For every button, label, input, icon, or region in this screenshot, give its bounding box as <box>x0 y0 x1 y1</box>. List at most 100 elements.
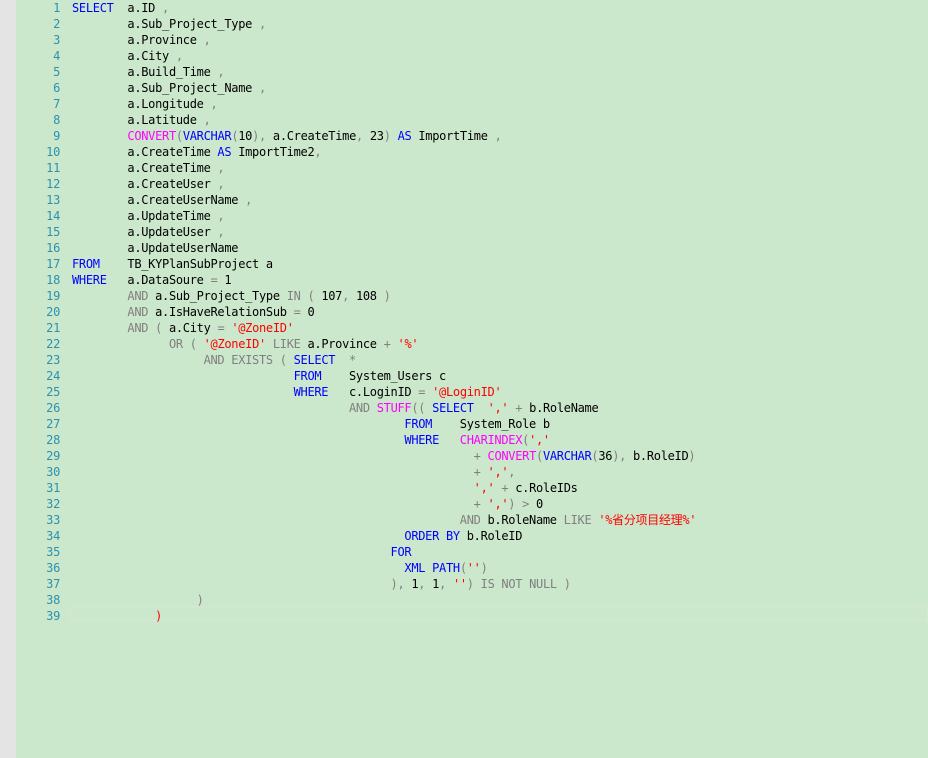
code-token: , <box>245 193 253 207</box>
code-text: a.Sub_Project_Name , <box>72 80 266 96</box>
code-line[interactable]: 31 ',' + c.RoleIDs <box>0 480 928 496</box>
code-line[interactable]: 29 + CONVERT(VARCHAR(36), b.RoleID) <box>0 448 928 464</box>
code-token: '%' <box>397 337 419 351</box>
code-line[interactable]: 2 a.Sub_Project_Type , <box>0 16 928 32</box>
code-text: AND b.RoleName LIKE '%省分项目经理%' <box>72 512 697 528</box>
code-token: a.Sub_Project_Type <box>72 17 259 31</box>
code-text: SELECT a.ID , <box>72 0 169 16</box>
code-line[interactable]: 37 ), 1, 1, '') IS NOT NULL ) <box>0 576 928 592</box>
code-token: ORDER BY <box>404 529 460 543</box>
code-token: AND <box>127 305 149 319</box>
code-line[interactable]: 25 WHERE c.LoginID = '@LoginID' <box>0 384 928 400</box>
code-line[interactable]: 39 ) <box>0 608 928 624</box>
code-token: IN ( <box>286 289 315 303</box>
code-token: ), <box>252 129 266 143</box>
code-token: AND <box>127 289 149 303</box>
code-line[interactable]: 5 a.Build_Time , <box>0 64 928 80</box>
code-line[interactable]: 27 FROM System_Role b <box>0 416 928 432</box>
code-text: ORDER BY b.RoleID <box>72 528 522 544</box>
code-text: a.CreateUserName , <box>72 192 252 208</box>
code-line[interactable]: 6 a.Sub_Project_Name , <box>0 80 928 96</box>
code-token: , <box>217 65 225 79</box>
code-line[interactable]: 7 a.Longitude , <box>0 96 928 112</box>
line-number: 25 <box>46 385 60 399</box>
code-line[interactable]: 36 XML PATH('') <box>0 560 928 576</box>
code-line[interactable]: 17 FROM TB_KYPlanSubProject a <box>0 256 928 272</box>
line-number: 5 <box>53 65 60 79</box>
code-line[interactable]: 10 a.CreateTime AS ImportTime2, <box>0 144 928 160</box>
code-token: a.UpdateUser <box>72 225 218 239</box>
code-line[interactable]: 22 OR ( '@ZoneID' LIKE a.Province + '%' <box>0 336 928 352</box>
code-token: WHERE <box>404 433 440 447</box>
code-line[interactable]: 26 AND STUFF(( SELECT ',' + b.RoleName <box>0 400 928 416</box>
code-text: + CONVERT(VARCHAR(36), b.RoleID) <box>72 448 696 464</box>
code-line[interactable]: 16 a.UpdateUserName <box>0 240 928 256</box>
code-line[interactable]: 11 a.CreateTime , <box>0 160 928 176</box>
code-line[interactable]: 4 a.City , <box>0 48 928 64</box>
code-line[interactable]: 38 ) <box>0 592 928 608</box>
line-number: 8 <box>53 113 60 127</box>
code-token: 1 <box>404 577 419 591</box>
code-token: 23 <box>362 129 384 143</box>
code-line[interactable]: 1 SELECT a.ID , <box>0 0 928 16</box>
code-token: a.Sub_Project_Type <box>148 289 287 303</box>
code-line[interactable]: 24 FROM System_Users c <box>0 368 928 384</box>
code-token: a.Build_Time <box>72 65 218 79</box>
sql-editor[interactable]: 1 SELECT a.ID ,2 a.Sub_Project_Type ,3 a.… <box>0 0 928 758</box>
code-line[interactable]: 32 + ',') > 0 <box>0 496 928 512</box>
code-line[interactable]: 12 a.CreateUser , <box>0 176 928 192</box>
code-token: a.CreateTime <box>72 161 218 175</box>
code-line[interactable]: 9 CONVERT(VARCHAR(10), a.CreateTime, 23)… <box>0 128 928 144</box>
code-line[interactable]: 18 WHERE a.DataSoure = 1 <box>0 272 928 288</box>
code-text: a.CreateUser , <box>72 176 224 192</box>
code-token: STUFF <box>376 401 412 415</box>
code-line[interactable]: 21 AND ( a.City = '@ZoneID' <box>0 320 928 336</box>
code-line[interactable]: 23 AND EXISTS ( SELECT * <box>0 352 928 368</box>
code-token: + <box>473 449 481 463</box>
code-token: * <box>349 353 356 367</box>
code-line[interactable]: 8 a.Latitude , <box>0 112 928 128</box>
code-text: FOR <box>72 544 412 560</box>
code-token: LIKE <box>272 337 301 351</box>
code-token: a.UpdateTime <box>72 209 218 223</box>
code-area[interactable]: 1 SELECT a.ID ,2 a.Sub_Project_Type ,3 a.… <box>0 0 928 624</box>
code-line[interactable]: 3 a.Province , <box>0 32 928 48</box>
code-token: ImportTime2 <box>231 145 315 159</box>
code-line[interactable]: 19 AND a.Sub_Project_Type IN ( 107, 108 … <box>0 288 928 304</box>
code-line[interactable]: 35 FOR <box>0 544 928 560</box>
code-token: a.CreateTime <box>72 145 218 159</box>
code-line[interactable]: 15 a.UpdateUser , <box>0 224 928 240</box>
line-number: 7 <box>53 97 60 111</box>
code-line[interactable]: 33 AND b.RoleName LIKE '%省分项目经理%' <box>0 512 928 528</box>
code-token: '' <box>466 561 481 575</box>
code-line[interactable]: 28 WHERE CHARINDEX(',' <box>0 432 928 448</box>
code-token: TB_KYPlanSubProject a <box>99 257 273 271</box>
code-token: a.Latitude <box>72 113 204 127</box>
code-line[interactable]: 20 AND a.IsHaveRelationSub = 0 <box>0 304 928 320</box>
code-token: , <box>203 113 211 127</box>
code-token: , <box>217 209 225 223</box>
line-number: 2 <box>53 17 60 31</box>
code-token: 1 <box>217 273 232 287</box>
code-line[interactable]: 14 a.UpdateTime , <box>0 208 928 224</box>
code-token: '' <box>452 577 467 591</box>
code-text: a.UpdateTime , <box>72 208 224 224</box>
code-token: ), <box>612 449 627 463</box>
code-token: SELECT <box>293 353 336 367</box>
code-token: , <box>210 97 218 111</box>
code-line[interactable]: 34 ORDER BY b.RoleID <box>0 528 928 544</box>
code-line[interactable]: 13 a.CreateUserName , <box>0 192 928 208</box>
code-line[interactable]: 30 + ',', <box>0 464 928 480</box>
code-token: + <box>473 465 481 479</box>
